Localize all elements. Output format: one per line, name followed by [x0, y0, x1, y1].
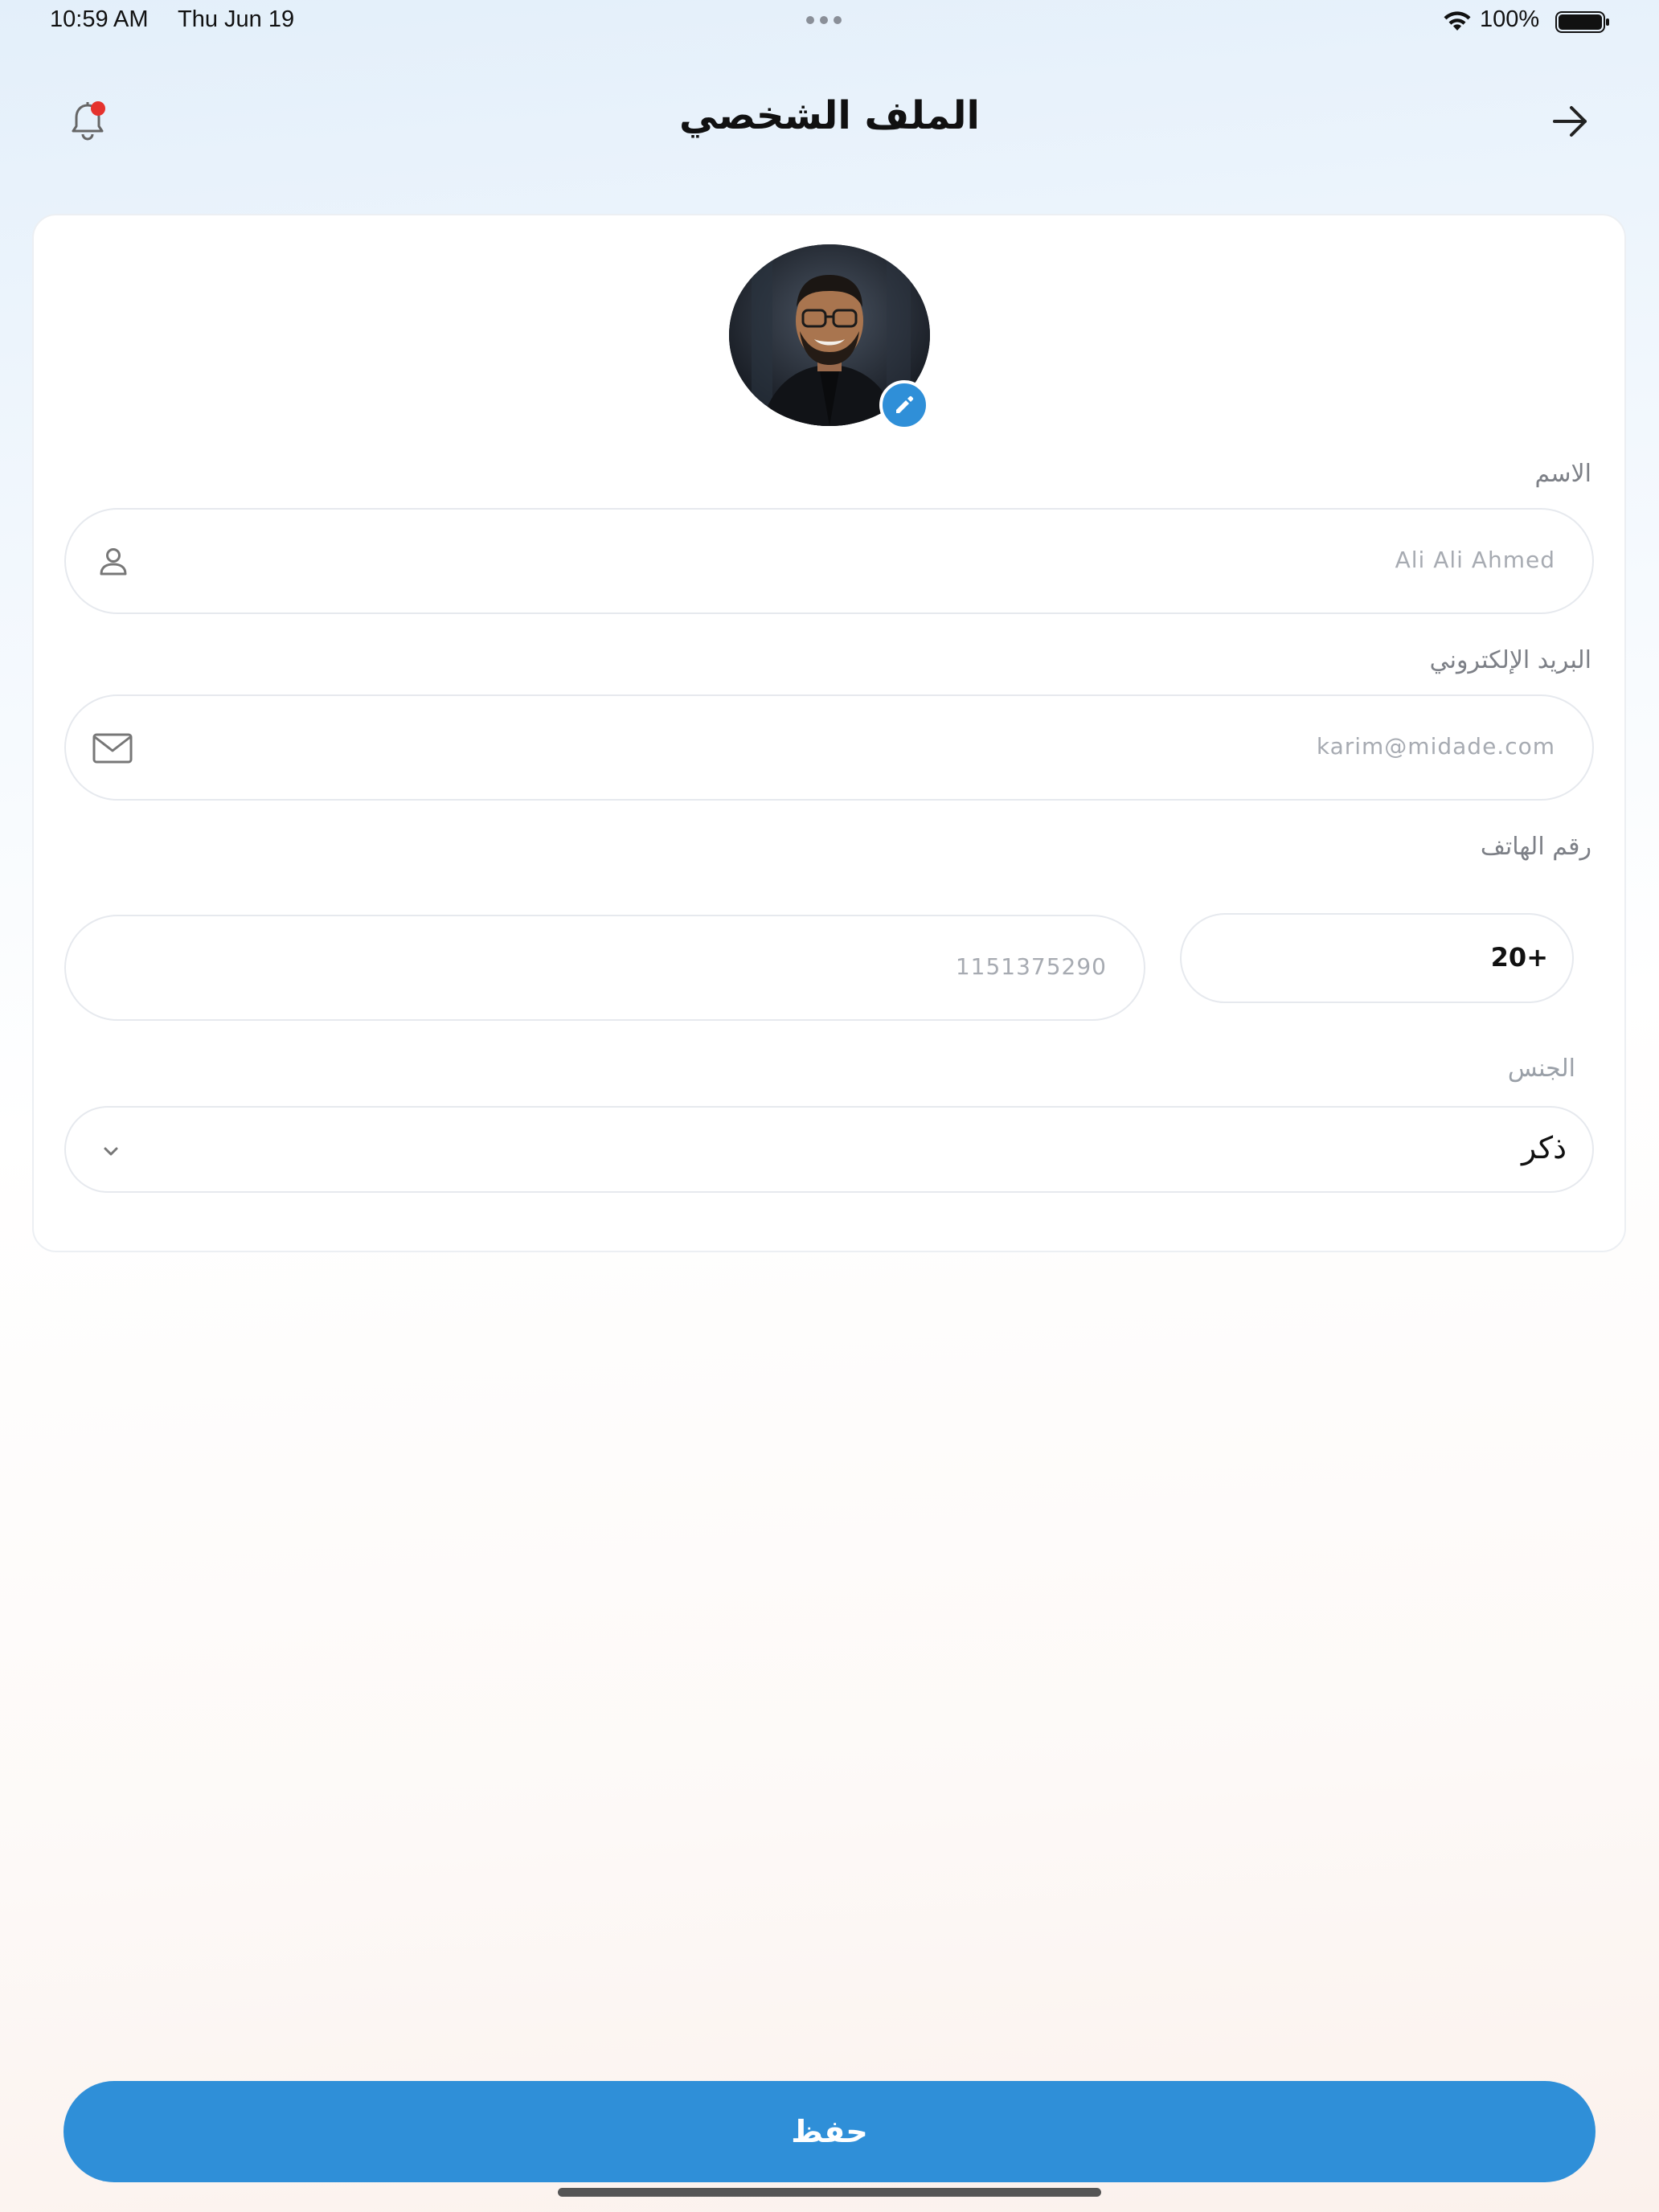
user-icon	[100, 548, 127, 576]
country-code-selector[interactable]: 20+	[1180, 913, 1574, 1003]
gender-label: الجنس	[1507, 1055, 1575, 1083]
status-time: 10:59 AM	[50, 6, 149, 32]
phone-label: رقم الهاتف	[1480, 833, 1591, 861]
save-button[interactable]: حفظ	[63, 2081, 1596, 2182]
chevron-down-icon	[104, 1147, 118, 1156]
arrow-right-icon[interactable]	[1550, 103, 1590, 140]
battery-icon	[1555, 11, 1609, 33]
gender-value: ذكر	[1522, 1130, 1567, 1165]
status-date: Thu Jun 19	[178, 6, 295, 32]
phone-input[interactable]: 1151375290	[64, 915, 1145, 1021]
email-value: karim@midade.com	[1316, 733, 1555, 760]
name-input[interactable]: Ali Ali Ahmed	[64, 508, 1594, 614]
edit-avatar-button[interactable]	[879, 380, 929, 430]
page-title: الملف الشخصي	[679, 93, 980, 138]
wifi-icon	[1444, 11, 1471, 31]
mail-icon	[92, 733, 133, 764]
notification-dot	[91, 101, 105, 116]
name-label: الاسم	[1534, 460, 1591, 488]
phone-value: 1151375290	[955, 953, 1107, 980]
email-label: البريد الإلكتروني	[1429, 646, 1591, 674]
country-code-value: 20+	[1490, 942, 1548, 973]
home-indicator[interactable]	[558, 2188, 1101, 2197]
multitasking-dots-icon[interactable]	[806, 16, 842, 24]
pencil-icon	[896, 395, 914, 413]
gender-select[interactable]: ذكر	[64, 1106, 1594, 1193]
battery-percentage: 100%	[1480, 6, 1540, 32]
email-field[interactable]: karim@midade.com	[64, 694, 1594, 801]
name-value: Ali Ali Ahmed	[1395, 547, 1555, 573]
